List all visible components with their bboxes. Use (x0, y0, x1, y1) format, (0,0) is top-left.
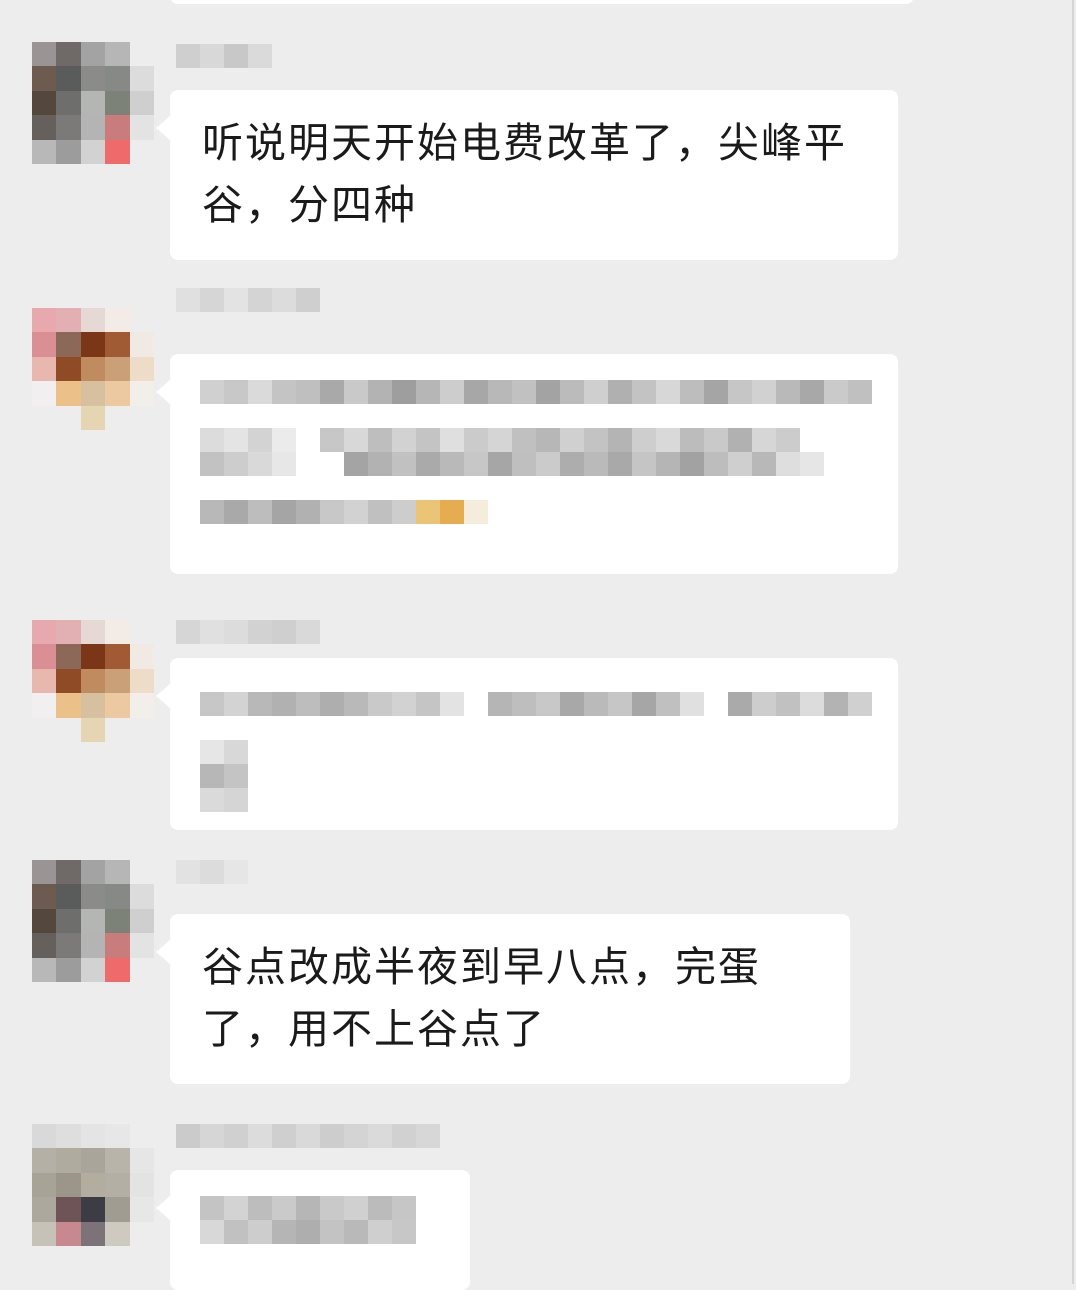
avatar[interactable] (32, 42, 154, 164)
sender-name (176, 620, 320, 644)
message-bubble[interactable] (156, 1170, 470, 1290)
message-text: 听说明天开始电费改革了，尖峰平谷，分四种 (202, 119, 847, 229)
avatar[interactable] (32, 308, 154, 430)
mosaic-line (200, 380, 872, 404)
sender-name (176, 1124, 440, 1148)
mosaic-line (200, 764, 248, 788)
mosaic-line (200, 740, 248, 764)
message-bubble[interactable]: 谷点改成半夜到早八点，完蛋了，用不上谷点了 (156, 914, 850, 1084)
mosaic-line (200, 1196, 416, 1220)
mosaic-line (200, 500, 488, 524)
sender-name (176, 860, 248, 884)
avatar[interactable] (32, 1124, 154, 1246)
message-bubble[interactable] (156, 354, 898, 574)
avatar[interactable] (32, 620, 154, 742)
avatar[interactable] (32, 860, 154, 982)
window-edge (1072, 0, 1074, 1284)
message-bubble[interactable] (156, 658, 898, 830)
mosaic-line (200, 692, 872, 716)
message-bubble[interactable]: 听说明天开始电费改革了，尖峰平谷，分四种 (156, 90, 898, 260)
sender-name (176, 44, 272, 68)
mosaic-line (200, 428, 800, 452)
message-text: 谷点改成半夜到早八点，完蛋了，用不上谷点了 (202, 943, 761, 1053)
sender-name (176, 288, 320, 312)
mosaic-line (200, 1220, 416, 1244)
mosaic-line (200, 788, 248, 812)
mosaic-line (200, 452, 824, 476)
previous-message-bubble[interactable] (170, 0, 914, 4)
